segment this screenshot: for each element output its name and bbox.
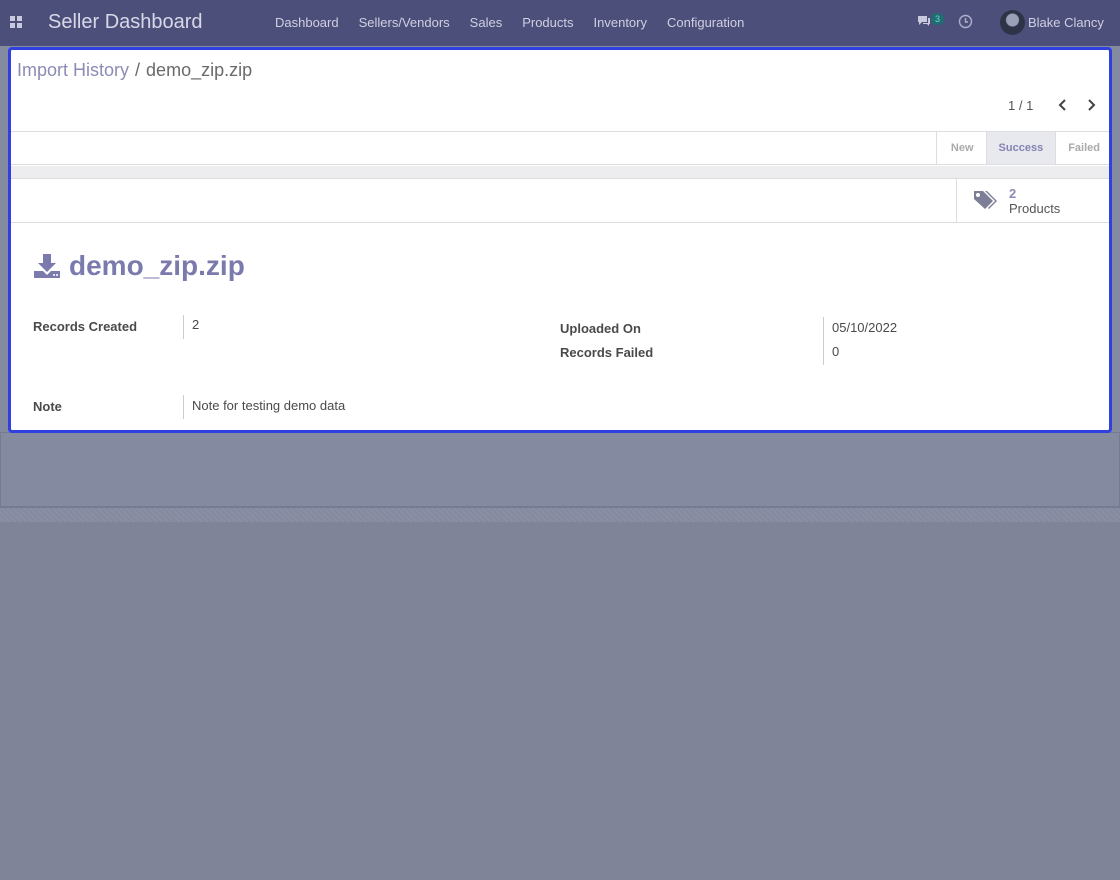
message-count-badge: 3 <box>931 13 945 25</box>
chevron-right-icon[interactable] <box>1085 98 1097 112</box>
breadcrumb-parent-link[interactable]: Import History <box>17 60 129 80</box>
main-menu: Dashboard Sellers/Vendors Sales Products… <box>275 15 764 30</box>
records-failed-label: Records Failed <box>560 345 654 360</box>
status-bar: New Success Failed <box>11 131 1109 165</box>
tags-icon <box>974 191 997 209</box>
menu-configuration[interactable]: Configuration <box>667 15 744 30</box>
menu-sellers-vendors[interactable]: Sellers/Vendors <box>359 15 450 30</box>
activity-clock-icon[interactable] <box>958 14 973 29</box>
pager-counter[interactable]: 1 / 1 <box>1008 98 1033 113</box>
user-avatar[interactable] <box>1000 10 1025 35</box>
note-value[interactable]: Note for testing demo data <box>183 395 345 419</box>
record-title: demo_zip.zip <box>33 250 245 282</box>
chat-icon[interactable] <box>917 15 931 28</box>
products-count: 2 <box>1009 186 1017 201</box>
breadcrumb-current: demo_zip.zip <box>146 60 253 80</box>
uploaded-on-value[interactable]: 05/10/2022 <box>823 317 897 341</box>
menu-sales[interactable]: Sales <box>470 15 503 30</box>
menu-dashboard[interactable]: Dashboard <box>275 15 339 30</box>
menu-inventory[interactable]: Inventory <box>594 15 647 30</box>
status-stages: New Success Failed <box>935 132 1109 164</box>
download-icon <box>34 254 60 278</box>
stage-new[interactable]: New <box>935 132 986 164</box>
stage-success[interactable]: Success <box>985 132 1056 164</box>
breadcrumb: Import History / demo_zip.zip <box>17 60 252 81</box>
note-label: Note <box>33 399 62 414</box>
background-divider <box>0 507 1120 522</box>
app-title[interactable]: Seller Dashboard <box>48 11 203 34</box>
background-panel <box>0 432 1120 507</box>
user-menu-name[interactable]: Blake Clancy <box>1028 15 1104 30</box>
apps-menu-icon[interactable] <box>10 16 22 28</box>
sheet-header-band <box>11 166 1109 179</box>
breadcrumb-separator: / <box>135 60 141 80</box>
chevron-left-icon[interactable] <box>1057 98 1069 112</box>
menu-products[interactable]: Products <box>522 15 573 30</box>
records-created-value[interactable]: 2 <box>183 315 199 339</box>
products-label: Products <box>1009 201 1061 216</box>
form-view: Import History / demo_zip.zip 1 / 1 New Su… <box>8 47 1112 433</box>
smart-button-box: 2 Products <box>11 179 1109 223</box>
stage-failed[interactable]: Failed <box>1055 132 1109 164</box>
top-navbar: Seller Dashboard Dashboard Sellers/Vendo… <box>0 0 1120 46</box>
record-name: demo_zip.zip <box>69 250 245 281</box>
records-created-label: Records Created <box>33 319 138 334</box>
records-failed-value[interactable]: 0 <box>823 341 839 365</box>
uploaded-on-label: Uploaded On <box>560 321 641 336</box>
products-smart-button[interactable]: 2 Products <box>956 179 1109 222</box>
